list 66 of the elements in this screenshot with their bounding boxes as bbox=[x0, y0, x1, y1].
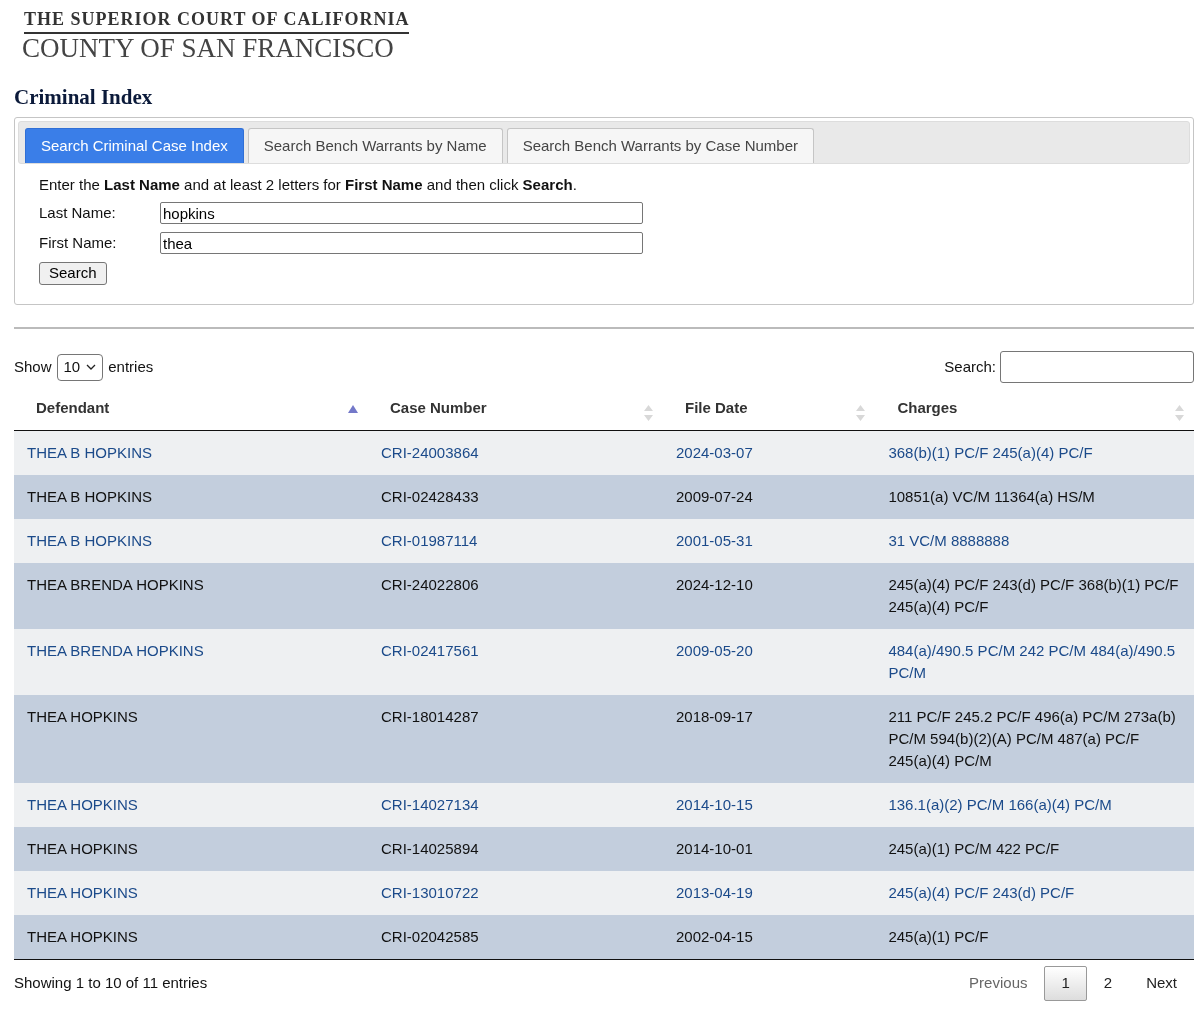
table-cell: CRI-14027134 bbox=[368, 782, 663, 827]
table-cell: 2001-05-31 bbox=[663, 518, 876, 563]
table-cell: CRI-24003864 bbox=[368, 430, 663, 475]
entries-label: entries bbox=[108, 357, 154, 377]
instructions-text: Enter the Last Name and at least 2 letters for First Name and then click Search. bbox=[39, 175, 578, 195]
table-cell: 10851(a) VC/M 11364(a) HS/M bbox=[875, 474, 1194, 519]
table-cell: THEA B HOPKINS bbox=[14, 518, 368, 563]
field-label: First Name: bbox=[39, 234, 118, 253]
column-header[interactable]: Defendant bbox=[14, 391, 368, 431]
table-cell: 136.1(a)(2) PC/M 166(a)(4) PC/M bbox=[875, 782, 1194, 827]
table-cell: 368(b)(1) PC/F 245(a)(4) PC/F bbox=[875, 430, 1194, 475]
logo-title: THE SUPERIOR COURT OF CALIFORNIA bbox=[24, 10, 410, 34]
table-cell: THEA HOPKINS bbox=[14, 870, 368, 915]
column-header[interactable]: Charges bbox=[875, 391, 1194, 431]
table-cell: THEA B HOPKINS bbox=[14, 430, 368, 475]
table-cell: THEA BRENDA HOPKINS bbox=[14, 562, 368, 629]
table-cell: THEA B HOPKINS bbox=[14, 474, 368, 519]
tab[interactable]: Search Bench Warrants by Case Number bbox=[506, 127, 814, 163]
pagination-button[interactable]: Next bbox=[1129, 965, 1194, 1001]
search-label: Search: bbox=[944, 357, 996, 377]
entries-info: Showing 1 to 10 of 11 entries bbox=[14, 973, 208, 993]
table-cell: 245(a)(4) PC/F 243(d) PC/F 368(b)(1) PC/F 245(a)(4) PC/F bbox=[875, 562, 1194, 629]
field-label: Last Name: bbox=[39, 204, 117, 223]
table-cell: 2009-05-20 bbox=[663, 628, 876, 695]
table-cell: 211 PC/F 245.2 PC/F 496(a) PC/M 273a(b) PC/M 594(b)(2)(A) PC/M 487(a) PC/F 245(a)(4) PC/M bbox=[875, 694, 1194, 783]
table-cell: CRI-02428433 bbox=[368, 474, 663, 519]
text-field[interactable]: hopkins bbox=[160, 202, 643, 225]
pagination-button[interactable]: 1 bbox=[1044, 965, 1087, 1001]
table-cell: THEA BRENDA HOPKINS bbox=[14, 628, 368, 695]
search-button[interactable]: Search bbox=[39, 262, 107, 286]
tab[interactable]: Search Bench Warrants by Name bbox=[247, 127, 503, 163]
table-cell: 2013-04-19 bbox=[663, 870, 876, 915]
search-field[interactable] bbox=[1000, 351, 1194, 384]
table-cell: 2018-09-17 bbox=[663, 694, 876, 783]
table-cell: CRI-24022806 bbox=[368, 562, 663, 629]
table-cell: THEA HOPKINS bbox=[14, 914, 368, 959]
table-cell: 31 VC/M 8888888 bbox=[875, 518, 1194, 563]
page-size-select[interactable]: 10 bbox=[56, 353, 104, 381]
table-cell: CRI-14025894 bbox=[368, 826, 663, 871]
text-field[interactable]: thea bbox=[160, 232, 643, 255]
table-cell: THEA HOPKINS bbox=[14, 694, 368, 783]
table-cell: CRI-18014287 bbox=[368, 694, 663, 783]
logo-subtitle: COUNTY OF SAN FRANCISCO bbox=[22, 33, 394, 64]
table-cell: 2024-03-07 bbox=[663, 430, 876, 475]
column-header[interactable]: Case Number bbox=[368, 391, 663, 431]
pagination-button[interactable]: 2 bbox=[1086, 965, 1130, 1001]
table-cell: CRI-01987114 bbox=[368, 518, 663, 563]
table-cell: 2002-04-15 bbox=[663, 914, 876, 959]
table-cell: CRI-02042585 bbox=[368, 914, 663, 959]
page-title: Criminal Index bbox=[14, 85, 154, 111]
table-cell: CRI-13010722 bbox=[368, 870, 663, 915]
chevron-down-icon bbox=[86, 364, 97, 371]
table-cell: 484(a)/490.5 PC/M 242 PC/M 484(a)/490.5 PC/M bbox=[875, 628, 1194, 695]
table-cell: 2024-12-10 bbox=[663, 562, 876, 629]
table-cell: 245(a)(1) PC/F bbox=[875, 914, 1194, 959]
tab[interactable]: Search Criminal Case Index bbox=[25, 127, 244, 163]
table-cell: 245(a)(4) PC/F 243(d) PC/F bbox=[875, 870, 1194, 915]
show-label: Show bbox=[14, 357, 52, 377]
table-cell: THEA HOPKINS bbox=[14, 782, 368, 827]
table-cell: 2009-07-24 bbox=[663, 474, 876, 519]
table-cell: CRI-02417561 bbox=[368, 628, 663, 695]
table-cell: 2014-10-15 bbox=[663, 782, 876, 827]
table-cell: 2014-10-01 bbox=[663, 826, 876, 871]
table-cell: 245(a)(1) PC/M 422 PC/F bbox=[875, 826, 1194, 871]
column-header[interactable]: File Date bbox=[663, 391, 876, 431]
table-cell: THEA HOPKINS bbox=[14, 826, 368, 871]
